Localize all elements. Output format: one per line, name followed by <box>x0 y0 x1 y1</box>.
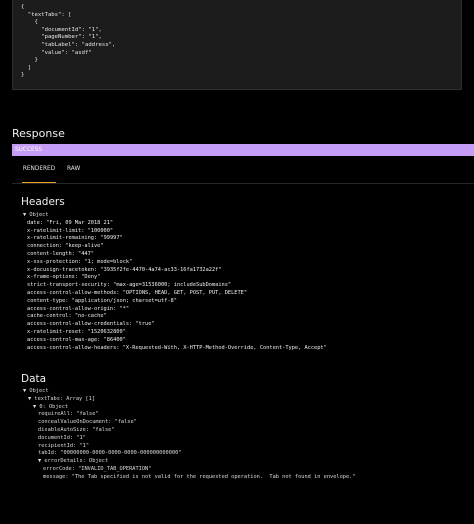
tree-toggle[interactable]: ▼ Object <box>23 388 356 396</box>
header-key: x-ratelimit-reset: <box>27 328 85 335</box>
tree-row: recipientId: "1" <box>38 442 90 449</box>
header-value: "86400" <box>103 336 126 343</box>
header-row: content-type: "application/json; charset… <box>23 298 327 306</box>
header-value: "true" <box>135 321 155 328</box>
header-key: access-control-allow-headers: <box>27 344 120 351</box>
header-value: "no-cache" <box>74 313 107 320</box>
header-value: "100000" <box>87 227 114 234</box>
header-value: "99997" <box>100 235 123 242</box>
headers-title: Headers <box>21 196 65 208</box>
headers-object-toggle[interactable]: ▼ Object <box>23 212 327 220</box>
tree-row: message: "The Tab specified is not valid… <box>43 473 356 480</box>
data-title: Data <box>21 373 47 385</box>
header-row: access-control-allow-methods: "OPTIONS, … <box>23 290 327 298</box>
header-row: x-ratelimit-limit: "100000" <box>23 228 327 236</box>
header-key: access-control-allow-origin: <box>27 305 117 312</box>
response-tabs: RENDERED RAW <box>12 160 474 184</box>
header-key: cache-control: <box>27 313 72 320</box>
header-row: x-frame-options: "Deny" <box>23 274 327 282</box>
tree-row: concealValueOnDocument: "false" <box>38 419 137 426</box>
header-row: x-ratelimit-remaining: "99997" <box>23 235 327 243</box>
status-badge: SUCCESS <box>12 144 474 156</box>
header-row: connection: "keep-alive" <box>23 243 327 251</box>
tree-row: requireAll: "false" <box>38 411 99 418</box>
header-key: access-control-allow-credentials: <box>27 321 133 328</box>
response-title: Response <box>12 127 65 140</box>
header-key: content-type: <box>27 297 69 304</box>
header-key: strict-transport-security: <box>27 282 110 289</box>
header-row: cache-control: "no-cache" <box>23 313 327 321</box>
header-row: x-xss-protection: "1; mode=block" <box>23 259 327 267</box>
header-key: x-ratelimit-remaining: <box>27 235 98 242</box>
request-body-box[interactable]: { "textTabs": [ { "documentId": "1", "pa… <box>12 0 462 90</box>
header-key: x-ratelimit-limit: <box>27 227 85 234</box>
header-key: x-frame-options: <box>27 274 79 281</box>
header-value: "application/json; charset=utf-8" <box>71 297 177 304</box>
tab-divider <box>12 183 474 184</box>
header-row: access-control-allow-origin: "*" <box>23 306 327 314</box>
tree-toggle[interactable]: ▼ 0: Object <box>23 404 356 412</box>
tab-rendered[interactable]: RENDERED <box>22 160 56 183</box>
tree-toggle[interactable]: ▼ errorDetails: Object <box>23 458 356 466</box>
header-row: access-control-max-age: "86400" <box>23 337 327 345</box>
header-row: access-control-allow-headers: "X-Request… <box>23 345 327 353</box>
header-key: access-control-allow-methods: <box>27 289 120 296</box>
header-value: "keep-alive" <box>65 243 104 250</box>
header-value: "1; mode=block" <box>84 258 133 265</box>
header-value: "Deny" <box>81 274 101 281</box>
tree-row: tabId: "00000000-0000-0000-0000-00000000… <box>38 450 182 457</box>
header-key: connection: <box>27 243 63 250</box>
headers-tree: ▼ Object date: "Fri, 09 Mar 2018 21" x-ra… <box>23 212 327 352</box>
header-value: "*" <box>119 305 130 312</box>
header-row: content-length: "447" <box>23 251 327 259</box>
tab-raw[interactable]: RAW <box>67 160 80 182</box>
header-row: x-docusign-tracetoken: "3935f2fe-4470-4a… <box>23 267 327 275</box>
header-value: "447" <box>78 250 94 257</box>
header-value: "OPTIONS, HEAD, GET, POST, PUT, DELETE" <box>122 289 248 296</box>
header-key: x-docusign-tracetoken: <box>27 266 98 273</box>
header-value: "X-Requested-With, X-HTTP-Method-Overrid… <box>122 344 327 351</box>
data-tree: ▼ Object ▼ textTabs: Array [1] ▼ 0: Object… <box>23 388 356 482</box>
tree-row: errorCode: "INVALID_TAB_OPERATION" <box>43 465 152 472</box>
header-row: strict-transport-security: "max-age=3153… <box>23 282 327 290</box>
header-row: access-control-allow-credentials: "true" <box>23 321 327 329</box>
request-body-code: { "textTabs": [ { "documentId": "1", "pa… <box>21 4 116 79</box>
tree-row: documentId: "1" <box>38 434 86 441</box>
header-row: x-ratelimit-reset: "1520632800" <box>23 329 327 337</box>
header-value: "1520632800" <box>87 328 126 335</box>
header-value: "3935f2fe-4470-4a74-ac33-16fa1732a22f" <box>100 266 222 273</box>
header-value: "Fri, 09 Mar 2018 21" <box>46 219 114 226</box>
header-key: x-xss-protection: <box>27 258 82 265</box>
header-key: content-length: <box>27 250 75 257</box>
header-value: "max-age=31536000; includeSubDomains" <box>113 282 232 289</box>
header-key: access-control-max-age: <box>27 336 101 343</box>
tree-toggle[interactable]: ▼ textTabs: Array [1] <box>23 396 356 404</box>
tree-row: disableAutoSize: "false" <box>38 426 115 433</box>
header-key: date: <box>27 219 43 226</box>
header-row: date: "Fri, 09 Mar 2018 21" <box>23 220 327 228</box>
